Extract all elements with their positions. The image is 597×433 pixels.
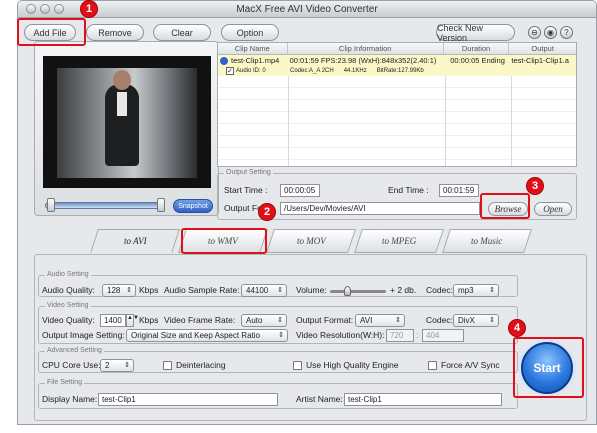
step-marker-2: 2	[258, 203, 276, 221]
table-row[interactable]: test-Clip1.mp4 00:01:59 FPS:23.98 (WxH):…	[218, 55, 576, 66]
audio-track-row[interactable]: ✓ Audio ID: 0 Codec:A_A 2CH 44.1KHz BitRate…	[218, 66, 576, 76]
force-av-sync-checkbox[interactable]	[428, 361, 437, 370]
high-quality-engine-checkbox[interactable]	[293, 361, 302, 370]
audio-quality-label: Audio Quality:	[42, 285, 95, 295]
video-preview	[43, 56, 211, 188]
audio-track-checkbox[interactable]: ✓	[226, 67, 234, 75]
check-new-version-button[interactable]: Check New Version	[436, 23, 515, 43]
force-av-sync-label: Force A/V Sync	[441, 360, 500, 370]
clip-duration: 00:00:05 Ending	[450, 56, 505, 65]
clip-output: test-Clip1-Clip1.a	[511, 56, 569, 65]
step-marker-4: 4	[508, 319, 526, 337]
audio-id: Audio ID: 0	[236, 68, 266, 74]
output-image-setting-select[interactable]: Original Size and Keep Aspect Ratio ⇕	[126, 329, 288, 342]
audio-sample-rate-select[interactable]: 44100 ⇕	[241, 284, 287, 297]
clear-button[interactable]: Clear	[153, 24, 211, 41]
audio-codec-label: Codec:	[426, 285, 453, 295]
end-time-field[interactable]: 00:01:59	[439, 184, 479, 197]
start-time-field[interactable]: 00:00:05	[280, 184, 320, 197]
audio-quality-select[interactable]: 128 ⇕	[102, 284, 136, 297]
audio-kbps-label: Kbps	[139, 285, 159, 295]
artist-name-field[interactable]: test-Clip1	[344, 393, 502, 406]
output-folder-label: Output Fo	[224, 203, 262, 213]
step-marker-1: 1	[80, 0, 98, 18]
option-button[interactable]: Option	[221, 24, 279, 41]
app-window: MacX Free AVI Video Converter Add File R…	[17, 0, 597, 425]
start-area: Start	[515, 339, 581, 397]
step-marker-3: 3	[526, 177, 544, 195]
video-codec-label: Codec:	[426, 315, 453, 325]
high-quality-engine-label: Use High Quality Engine	[306, 360, 399, 370]
file-setting-legend: File Setting	[45, 379, 85, 386]
volume-label: Volume:	[296, 285, 327, 295]
output-format-label: Output Format:	[296, 315, 354, 325]
window-title: MacX Free AVI Video Converter	[236, 4, 378, 15]
column-duration[interactable]: Duration	[444, 43, 510, 54]
volume-knob[interactable]	[344, 286, 351, 296]
volume-suffix: + 2 db.	[390, 285, 417, 295]
audio-sample-rate-label: Audio Sample Rate:	[164, 285, 240, 295]
display-name-label: Display Name:	[42, 394, 98, 404]
audio-codec-select[interactable]: mp3 ⇕	[453, 284, 499, 297]
output-folder-field[interactable]: /Users/Dev/Movies/AVI	[280, 202, 480, 215]
end-trim-handle[interactable]	[157, 198, 165, 212]
preview-panel: Snapshot	[34, 41, 219, 216]
video-frame-rate-label: Video Frame Rate:	[164, 315, 236, 325]
tab-to-music[interactable]: to Music	[442, 229, 532, 253]
video-setting-legend: Video Setting	[45, 302, 91, 309]
advanced-setting-legend: Advanced Setting	[45, 347, 104, 354]
deinterlacing-checkbox[interactable]	[163, 361, 172, 370]
end-time-label: End Time :	[388, 185, 429, 195]
audio-hz: 44.1KHz	[343, 68, 367, 74]
output-tabs: to AVI to WMV to MOV to MPEG to Music	[18, 229, 596, 255]
artist-name-label: Artist Name:	[296, 394, 343, 404]
cpu-core-select[interactable]: 2 ⇕	[100, 359, 134, 372]
audio-bitrate: BitRate:127.99Kb	[376, 68, 424, 74]
video-codec-select[interactable]: DivX ⇕	[453, 314, 499, 327]
table-header: Clip Name Clip Information Duration Outp…	[218, 43, 576, 55]
video-kbps-label: Kbps	[139, 315, 159, 325]
resolution-height-field[interactable]: 404	[422, 329, 464, 342]
playback-slider[interactable]	[45, 202, 165, 209]
column-clip-information[interactable]: Clip Information	[288, 43, 444, 54]
start-button[interactable]: Start	[521, 342, 573, 394]
resolution-width-field[interactable]: 720	[386, 329, 414, 342]
deinterlacing-label: Deinterlacing	[176, 360, 226, 370]
clip-information: 00:01:59 FPS:23.98 (WxH):848x352(2.40:1)	[289, 56, 437, 65]
resolution-separator: :	[416, 330, 419, 340]
snapshot-button[interactable]: Snapshot	[173, 199, 213, 213]
title-bar: MacX Free AVI Video Converter	[18, 1, 596, 18]
clip-status-icon	[220, 56, 228, 65]
settings-icon[interactable]: ◉	[544, 26, 557, 39]
open-button[interactable]: Open	[534, 202, 572, 216]
output-format-select[interactable]: AVI ⇕	[355, 314, 405, 327]
volume-slider[interactable]	[330, 290, 386, 293]
audio-codec: Codec:A_A 2CH	[290, 68, 334, 74]
start-time-label: Start Time :	[224, 185, 268, 195]
help-icon[interactable]: ?	[560, 26, 573, 39]
clip-table: Clip Name Clip Information Duration Outp…	[217, 42, 577, 167]
add-file-button[interactable]: Add File	[24, 24, 76, 41]
column-output[interactable]: Output	[509, 43, 576, 54]
video-resolution-label: Video Resolution(W:H):	[296, 330, 385, 340]
video-frame-rate-select[interactable]: Auto ⇕	[241, 314, 287, 327]
clip-name: test-Clip1.mp4	[231, 56, 280, 65]
tab-to-mpeg[interactable]: to MPEG	[354, 229, 444, 253]
remove-button[interactable]: Remove	[86, 24, 144, 41]
column-clip-name[interactable]: Clip Name	[218, 43, 288, 54]
tab-to-wmv[interactable]: to WMV	[178, 229, 268, 253]
lock-icon[interactable]: ⊖	[528, 26, 541, 39]
start-trim-handle[interactable]	[47, 198, 55, 212]
output-image-setting-label: Output Image Setting:	[42, 330, 125, 340]
audio-setting-legend: Audio Setting	[45, 271, 91, 278]
display-name-field[interactable]: test-Clip1	[98, 393, 278, 406]
output-setting-legend: Output Setting	[224, 169, 273, 176]
tab-to-mov[interactable]: to MOV	[266, 229, 356, 253]
video-quality-label: Video Quality:	[42, 315, 95, 325]
cpu-core-use-label: CPU Core Use:	[42, 360, 101, 370]
video-quality-field[interactable]: 1400	[100, 314, 126, 327]
browse-button[interactable]: Browse	[488, 202, 528, 216]
video-quality-stepper[interactable]: ▲▼	[126, 314, 139, 327]
tab-to-avi[interactable]: to AVI	[90, 229, 180, 253]
